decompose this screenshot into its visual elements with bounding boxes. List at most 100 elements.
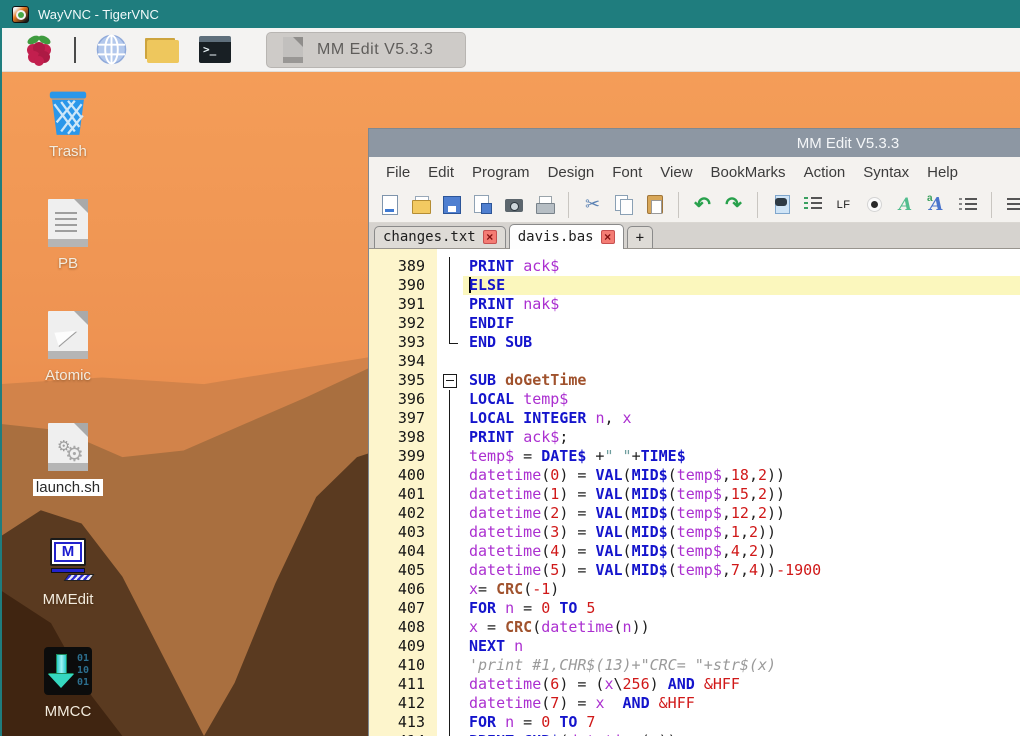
line-number: 406 <box>369 580 437 599</box>
font-color-icon[interactable] <box>893 191 918 218</box>
menu-design[interactable]: Design <box>539 164 604 181</box>
desktop-icon-mmedit[interactable]: MMMEdit <box>20 534 116 608</box>
line-number: 408 <box>369 618 437 637</box>
line-ending-lf-icon[interactable]: LF <box>831 191 856 218</box>
desktop-icon-trash[interactable]: Trash <box>20 86 116 160</box>
code-line: 409NEXT n <box>369 637 1020 656</box>
code-line-text[interactable]: PRINT ack$ <box>463 257 1020 276</box>
save-file-icon[interactable] <box>439 191 464 218</box>
code-line-text[interactable]: PRINT nak$ <box>463 295 1020 314</box>
code-line-text[interactable]: ELSE <box>463 276 1020 295</box>
code-line-text[interactable]: LOCAL INTEGER n, x <box>463 409 1020 428</box>
vnc-titlebar[interactable]: WayVNC - TigerVNC <box>0 0 1020 28</box>
code-line-text[interactable]: x = CRC(datetime(n)) <box>463 618 1020 637</box>
code-line-text[interactable] <box>463 352 1020 371</box>
copy-icon[interactable] <box>611 191 636 218</box>
code-line-text[interactable]: PRINT ack$; <box>463 428 1020 447</box>
tigervnc-logo-icon <box>12 6 29 23</box>
line-number: 411 <box>369 675 437 694</box>
line-number: 402 <box>369 504 437 523</box>
desktop-icon-mmcc[interactable]: 011001MMCC <box>20 646 116 720</box>
code-line-text[interactable]: datetime(2) = VAL(MID$(temp$,12,2)) <box>463 504 1020 523</box>
fold-guide <box>437 694 463 713</box>
line-number: 389 <box>369 257 437 276</box>
code-line-text[interactable]: ENDIF <box>463 314 1020 333</box>
code-line-text[interactable]: datetime(0) = VAL(MID$(temp$,18,2)) <box>463 466 1020 485</box>
close-tab-icon[interactable]: × <box>483 230 497 244</box>
close-tab-icon[interactable]: × <box>601 230 615 244</box>
line-number: 398 <box>369 428 437 447</box>
undo-icon[interactable] <box>690 191 715 218</box>
fold-guide <box>437 523 463 542</box>
code-line-text[interactable]: END SUB <box>463 333 1020 352</box>
vnc-window-title: WayVNC - TigerVNC <box>38 7 159 22</box>
line-numbers-icon[interactable] <box>800 191 825 218</box>
code-line-text[interactable]: FOR n = 0 TO 7 <box>463 713 1020 732</box>
line-number: 390 <box>369 276 437 295</box>
print-icon[interactable] <box>532 191 557 218</box>
menu-view[interactable]: View <box>651 164 701 181</box>
raspberry-menu-button[interactable] <box>22 34 56 66</box>
fold-guide <box>437 618 463 637</box>
terminal-button[interactable] <box>198 34 232 66</box>
menu-syntax[interactable]: Syntax <box>854 164 918 181</box>
tab-davis-bas[interactable]: davis.bas× <box>509 224 624 249</box>
fold-guide <box>437 409 463 428</box>
code-line-text[interactable]: datetime(7) = x AND &HFF <box>463 694 1020 713</box>
code-line-text[interactable]: datetime(5) = VAL(MID$(temp$,7,4))-1900 <box>463 561 1020 580</box>
toolbar-separator <box>991 192 992 218</box>
line-number: 397 <box>369 409 437 428</box>
new-tab-button[interactable]: + <box>627 226 653 248</box>
code-line-text[interactable]: PRINT CHR$(datetime(n)) <box>463 732 1020 736</box>
code-line-text[interactable]: temp$ = DATE$ +" "+TIME$ <box>463 447 1020 466</box>
taskbar-app-button[interactable]: MM Edit V5.3.3 <box>266 32 466 68</box>
fold-guide <box>437 447 463 466</box>
indent-right-icon[interactable] <box>1003 191 1020 218</box>
whitespace-dot-icon[interactable] <box>862 191 887 218</box>
code-line-text[interactable]: NEXT n <box>463 637 1020 656</box>
folder-icon <box>147 40 179 63</box>
code-line-text[interactable]: x= CRC(-1) <box>463 580 1020 599</box>
file-manager-button[interactable] <box>146 34 180 66</box>
fold-guide <box>437 314 463 333</box>
open-file-icon[interactable] <box>408 191 433 218</box>
new-file-icon[interactable] <box>377 191 402 218</box>
desktop-icon-atomic[interactable]: Atomic <box>20 310 116 384</box>
code-line-text[interactable]: 'print #1,CHR$(13)+"CRC= "+str$(x) <box>463 656 1020 675</box>
menu-program[interactable]: Program <box>463 164 539 181</box>
outline-list-icon[interactable] <box>955 191 980 218</box>
line-number: 414 <box>369 732 437 736</box>
redo-icon[interactable] <box>721 191 746 218</box>
code-line-text[interactable]: datetime(4) = VAL(MID$(temp$,4,2)) <box>463 542 1020 561</box>
desktop-icon-pb[interactable]: PB <box>20 198 116 272</box>
line-number: 399 <box>369 447 437 466</box>
tab-strip: changes.txt×davis.bas×+ <box>369 223 1020 249</box>
window-titlebar[interactable]: MM Edit V5.3.3 <box>369 129 1020 157</box>
screenshot-icon[interactable] <box>501 191 526 218</box>
window-title: MM Edit V5.3.3 <box>797 135 900 152</box>
find-in-files-icon[interactable] <box>769 191 794 218</box>
code-editor[interactable]: 389PRINT ack$390ELSE391PRINT nak$392ENDI… <box>369 249 1020 736</box>
menu-font[interactable]: Font <box>603 164 651 181</box>
code-line-text[interactable]: FOR n = 0 TO 5 <box>463 599 1020 618</box>
fold-toggle-icon[interactable] <box>437 371 463 390</box>
cut-icon[interactable] <box>580 191 605 218</box>
menu-help[interactable]: Help <box>918 164 967 181</box>
menu-edit[interactable]: Edit <box>419 164 463 181</box>
code-line: 405datetime(5) = VAL(MID$(temp$,7,4))-19… <box>369 561 1020 580</box>
code-line-text[interactable]: datetime(1) = VAL(MID$(temp$,15,2)) <box>463 485 1020 504</box>
paste-icon[interactable] <box>642 191 667 218</box>
menu-bookmarks[interactable]: BookMarks <box>702 164 795 181</box>
menu-file[interactable]: File <box>377 164 419 181</box>
web-browser-button[interactable] <box>94 34 128 66</box>
save-as-icon[interactable] <box>470 191 495 218</box>
tab-changes-txt[interactable]: changes.txt× <box>374 226 506 248</box>
code-line-text[interactable]: datetime(6) = (x\256) AND &HFF <box>463 675 1020 694</box>
code-line-text[interactable]: LOCAL temp$ <box>463 390 1020 409</box>
change-case-icon[interactable] <box>924 191 949 218</box>
desktop-icon-launch-sh[interactable]: ⚙⚙launch.sh <box>20 422 116 496</box>
code-line-text[interactable]: datetime(3) = VAL(MID$(temp$,1,2)) <box>463 523 1020 542</box>
code-line-text[interactable]: SUB doGetTime <box>463 371 1020 390</box>
fold-guide <box>437 485 463 504</box>
menu-action[interactable]: Action <box>795 164 855 181</box>
